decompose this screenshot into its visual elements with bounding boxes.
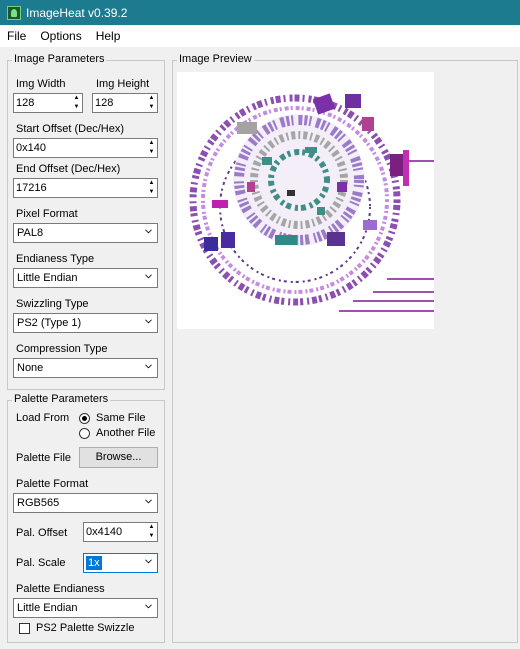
palette-endianess-select[interactable]: Little Endian (13, 598, 158, 618)
chevron-down-icon (145, 499, 152, 504)
load-from-label: Load From (16, 412, 70, 424)
img-height-label: Img Height (96, 78, 150, 90)
chevron-down-icon (145, 364, 152, 369)
pal-scale-value: 1x (86, 556, 102, 570)
menu-file[interactable]: File (0, 26, 33, 47)
img-width-arrows[interactable]: ▲ ▼ (71, 94, 82, 112)
chevron-down-icon (145, 604, 152, 609)
pal-offset-spinbox[interactable]: 0x4140 ▲ ▼ (83, 522, 158, 542)
palette-parameters-legend: Palette Parameters (12, 393, 111, 405)
preview-image (189, 93, 434, 312)
endianess-value: Little Endian (17, 272, 78, 284)
spin-down-icon[interactable]: ▼ (146, 148, 157, 157)
pal-offset-value: 0x4140 (86, 526, 123, 538)
spin-up-icon[interactable]: ▲ (146, 94, 157, 103)
compression-select[interactable]: None (13, 358, 158, 378)
pixel-format-label: Pixel Format (16, 208, 78, 220)
image-parameters-legend: Image Parameters (12, 53, 107, 65)
pal-offset-label: Pal. Offset (16, 527, 68, 539)
swizzling-value: PS2 (Type 1) (17, 317, 82, 329)
pal-offset-arrows[interactable]: ▲ ▼ (146, 523, 157, 541)
end-offset-label: End Offset (Dec/Hex) (16, 163, 121, 175)
palette-format-select[interactable]: RGB565 (13, 493, 158, 513)
menu-options[interactable]: Options (33, 26, 88, 47)
pixel-format-select[interactable]: PAL8 (13, 223, 158, 243)
window-title: ImageHeat v0.39.2 (26, 5, 128, 20)
palette-format-label: Palette Format (16, 478, 89, 490)
ps2-swizzle-checkbox[interactable] (19, 623, 30, 634)
same-file-radio[interactable] (79, 413, 90, 424)
same-file-label[interactable]: Same File (96, 412, 146, 424)
pal-scale-label: Pal. Scale (16, 557, 66, 569)
palette-endianess-value: Little Endian (17, 602, 78, 614)
start-offset-label: Start Offset (Dec/Hex) (16, 123, 124, 135)
spin-up-icon[interactable]: ▲ (146, 179, 157, 188)
img-width-label: Img Width (16, 78, 66, 90)
spin-up-icon[interactable]: ▲ (71, 94, 82, 103)
chevron-down-icon (145, 229, 152, 234)
browse-button[interactable]: Browse... (79, 447, 158, 468)
endianess-label: Endianess Type (16, 253, 95, 265)
chevron-down-icon (145, 274, 152, 279)
spin-down-icon[interactable]: ▼ (146, 103, 157, 112)
start-offset-value: 0x140 (16, 142, 46, 154)
img-width-value: 128 (16, 97, 35, 109)
another-file-label[interactable]: Another File (96, 427, 155, 439)
another-file-radio[interactable] (79, 428, 90, 439)
compression-value: None (17, 362, 44, 374)
img-height-spinbox[interactable]: 128 ▲ ▼ (92, 93, 158, 113)
pal-scale-select[interactable]: 1x (83, 553, 158, 573)
chevron-down-icon (145, 319, 152, 324)
title-bar: ImageHeat v0.39.2 (0, 0, 520, 25)
palette-endianess-label: Palette Endianess (16, 583, 105, 595)
image-preview-canvas (177, 72, 434, 329)
pixel-format-value: PAL8 (17, 227, 44, 239)
menu-bar: File Options Help (0, 26, 520, 47)
spin-up-icon[interactable]: ▲ (146, 139, 157, 148)
palette-file-label: Palette File (16, 452, 72, 464)
palette-format-value: RGB565 (17, 497, 60, 509)
spin-down-icon[interactable]: ▼ (71, 103, 82, 112)
swizzling-label: Swizzling Type (16, 298, 89, 310)
menu-help[interactable]: Help (89, 26, 128, 47)
img-width-spinbox[interactable]: 128 ▲ ▼ (13, 93, 83, 113)
spin-down-icon[interactable]: ▼ (146, 188, 157, 197)
img-height-value: 128 (95, 97, 114, 109)
start-offset-spinbox[interactable]: 0x140 ▲ ▼ (13, 138, 158, 158)
spin-up-icon[interactable]: ▲ (146, 523, 157, 532)
img-height-arrows[interactable]: ▲ ▼ (146, 94, 157, 112)
start-offset-arrows[interactable]: ▲ ▼ (146, 139, 157, 157)
ps2-swizzle-label[interactable]: PS2 Palette Swizzle (36, 622, 134, 634)
compression-label: Compression Type (16, 343, 108, 355)
end-offset-value: 17216 (16, 182, 47, 194)
chevron-down-icon (145, 559, 152, 564)
end-offset-spinbox[interactable]: 17216 ▲ ▼ (13, 178, 158, 198)
end-offset-arrows[interactable]: ▲ ▼ (146, 179, 157, 197)
endianess-select[interactable]: Little Endian (13, 268, 158, 288)
spin-down-icon[interactable]: ▼ (146, 532, 157, 541)
image-preview-legend: Image Preview (177, 53, 254, 65)
app-icon (7, 5, 21, 20)
swizzling-select[interactable]: PS2 (Type 1) (13, 313, 158, 333)
